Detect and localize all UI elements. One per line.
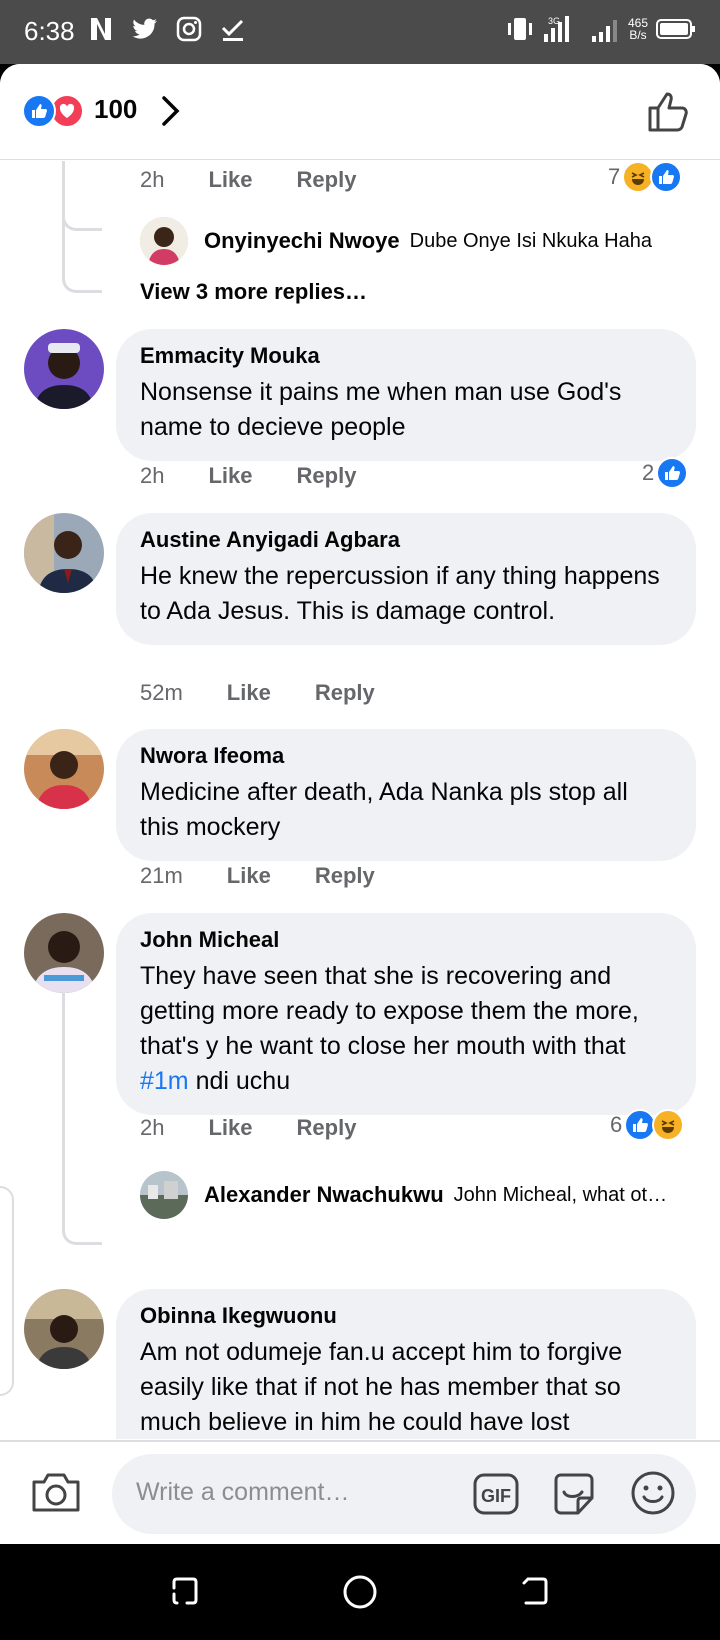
notification-icons [86,14,248,44]
reaction-count: 2 [642,460,655,485]
comment-text: He knew the repercussion if any thing ha… [140,562,660,625]
thread-connector [62,221,102,293]
emoji-icon[interactable] [630,1470,676,1516]
like-outline-icon[interactable] [646,88,692,134]
comment-meta: 21m Like Reply [140,863,375,889]
network-speed: 465 B/s [628,17,648,41]
recents-icon[interactable] [168,1574,202,1608]
comment-placeholder: Write a comment… [136,1478,350,1506]
haha-icon [652,1109,685,1141]
comment-time: 52m [140,680,183,705]
netflix-icon [91,18,111,40]
comments-sheet: 100 2h Like Reply 7 Onyinyechi Nwoye Dub… [0,64,720,1544]
network-type: 3G [548,16,560,26]
comment-bubble[interactable]: Austine Anyigadi Agbara He knew the repe… [116,513,696,645]
download-done-icon [221,19,244,41]
comment-author[interactable]: Emmacity Mouka [140,343,672,369]
like-link[interactable]: Like [208,463,252,489]
comment-time: 2h [140,463,165,488]
avatar[interactable] [24,329,104,409]
comment-text: Am not odumeje fan.u accept him to forgi… [140,1338,623,1436]
reply-author[interactable]: Onyinyechi Nwoye [204,228,400,254]
reaction-summary[interactable] [22,94,86,128]
avatar [140,1171,188,1219]
like-icon [22,94,56,128]
comment-time: 21m [140,863,183,888]
comment-time: 2h [140,167,165,192]
comment-text: Medicine after death, Ada Nanka pls stop… [140,778,628,841]
comment-author[interactable]: John Micheal [140,927,672,953]
reply-text: John Micheal, what ot… [453,1183,668,1206]
reply-author[interactable]: Alexander Nwachukwu [204,1182,444,1208]
battery-icon [656,19,695,39]
system-status: 3G 465 B/s [506,14,696,44]
reply-link[interactable]: Reply [297,167,357,193]
comment-text-part: ndi uchu [188,1067,291,1095]
reaction-count: 7 [608,164,621,189]
comment-time: 2h [140,1115,165,1140]
reaction-count: 6 [610,1112,623,1137]
hashtag-link[interactable]: #1m [140,1067,189,1095]
gif-icon[interactable]: GIF [472,1472,520,1516]
comment-reactions[interactable]: 7 [608,161,683,193]
thread-connector [62,989,102,1245]
avatar[interactable] [24,729,104,809]
reply-link[interactable]: Reply [315,863,375,889]
comment-author[interactable]: Austine Anyigadi Agbara [140,527,672,553]
avatar[interactable] [24,513,104,593]
comment-input[interactable]: Write a comment… GIF [112,1454,696,1534]
comment-text-part: They have seen that she is recovering an… [140,962,639,1060]
comment-feed: 2h Like Reply 7 Onyinyechi Nwoye Dube On… [0,161,720,1439]
reply-link[interactable]: Reply [297,1115,357,1141]
reaction-count[interactable]: 100 [94,94,137,125]
comment-bubble[interactable]: Nwora Ifeoma Medicine after death, Ada N… [116,729,696,861]
like-link[interactable]: Like [227,863,271,889]
like-link[interactable]: Like [208,167,252,193]
comment-author[interactable]: Obinna Ikegwuonu [140,1303,672,1329]
gif-label: GIF [481,1486,511,1506]
reply-link[interactable]: Reply [315,680,375,706]
comment-author[interactable]: Nwora Ifeoma [140,743,672,769]
comment-bubble[interactable]: Emmacity Mouka Nonsense it pains me when… [116,329,696,461]
avatar [140,217,188,265]
sticker-icon[interactable] [550,1470,598,1518]
avatar[interactable] [24,1289,104,1369]
comment-reactions[interactable]: 2 [642,457,689,489]
chevron-right-icon[interactable] [156,94,184,128]
twitter-icon [132,18,157,39]
like-icon [650,161,683,193]
comment-bubble[interactable]: John Micheal They have seen that she is … [116,913,696,1115]
home-icon[interactable] [342,1574,378,1610]
like-icon [656,457,689,489]
vibrate-icon [507,18,532,40]
comment-bubble[interactable]: Obinna Ikegwuonu Am not odumeje fan.u ac… [116,1289,696,1439]
comment-reactions[interactable]: 6 [610,1109,685,1141]
reply-link[interactable]: Reply [297,463,357,489]
comment-text: Nonsense it pains me when man use God's … [140,378,622,441]
comment-meta: 2h Like Reply [140,1115,356,1141]
reply-preview[interactable]: Onyinyechi Nwoye Dube Onye Isi Nkuka Hah… [140,217,652,265]
comment-text: They have seen that she is recovering an… [140,959,672,1099]
back-icon[interactable] [518,1574,552,1608]
android-nav-bar [0,1544,720,1640]
signal-icon: 3G [543,16,569,42]
speed-unit: B/s [629,28,647,42]
comment-composer: Write a comment… GIF [0,1440,720,1544]
status-bar: 6:38 3G 465 B/s [0,0,720,64]
like-link[interactable]: Like [208,1115,252,1141]
comment-meta: 2h Like Reply [140,463,356,489]
comment-meta: 52m Like Reply [140,680,375,706]
view-more-replies[interactable]: View 3 more replies… [140,279,367,305]
camera-icon[interactable] [30,1468,82,1516]
signal-icon-2 [591,20,617,42]
comment-meta: 2h Like Reply [140,167,356,193]
reply-text: Dube Onye Isi Nkuka Haha [409,229,652,252]
reactions-header: 100 [0,64,720,160]
avatar[interactable] [24,913,104,993]
like-link[interactable]: Like [227,680,271,706]
instagram-icon [176,16,202,42]
side-handle[interactable] [0,1186,14,1396]
status-time: 6:38 [24,16,75,46]
reply-preview[interactable]: Alexander Nwachukwu John Micheal, what o… [140,1171,667,1219]
